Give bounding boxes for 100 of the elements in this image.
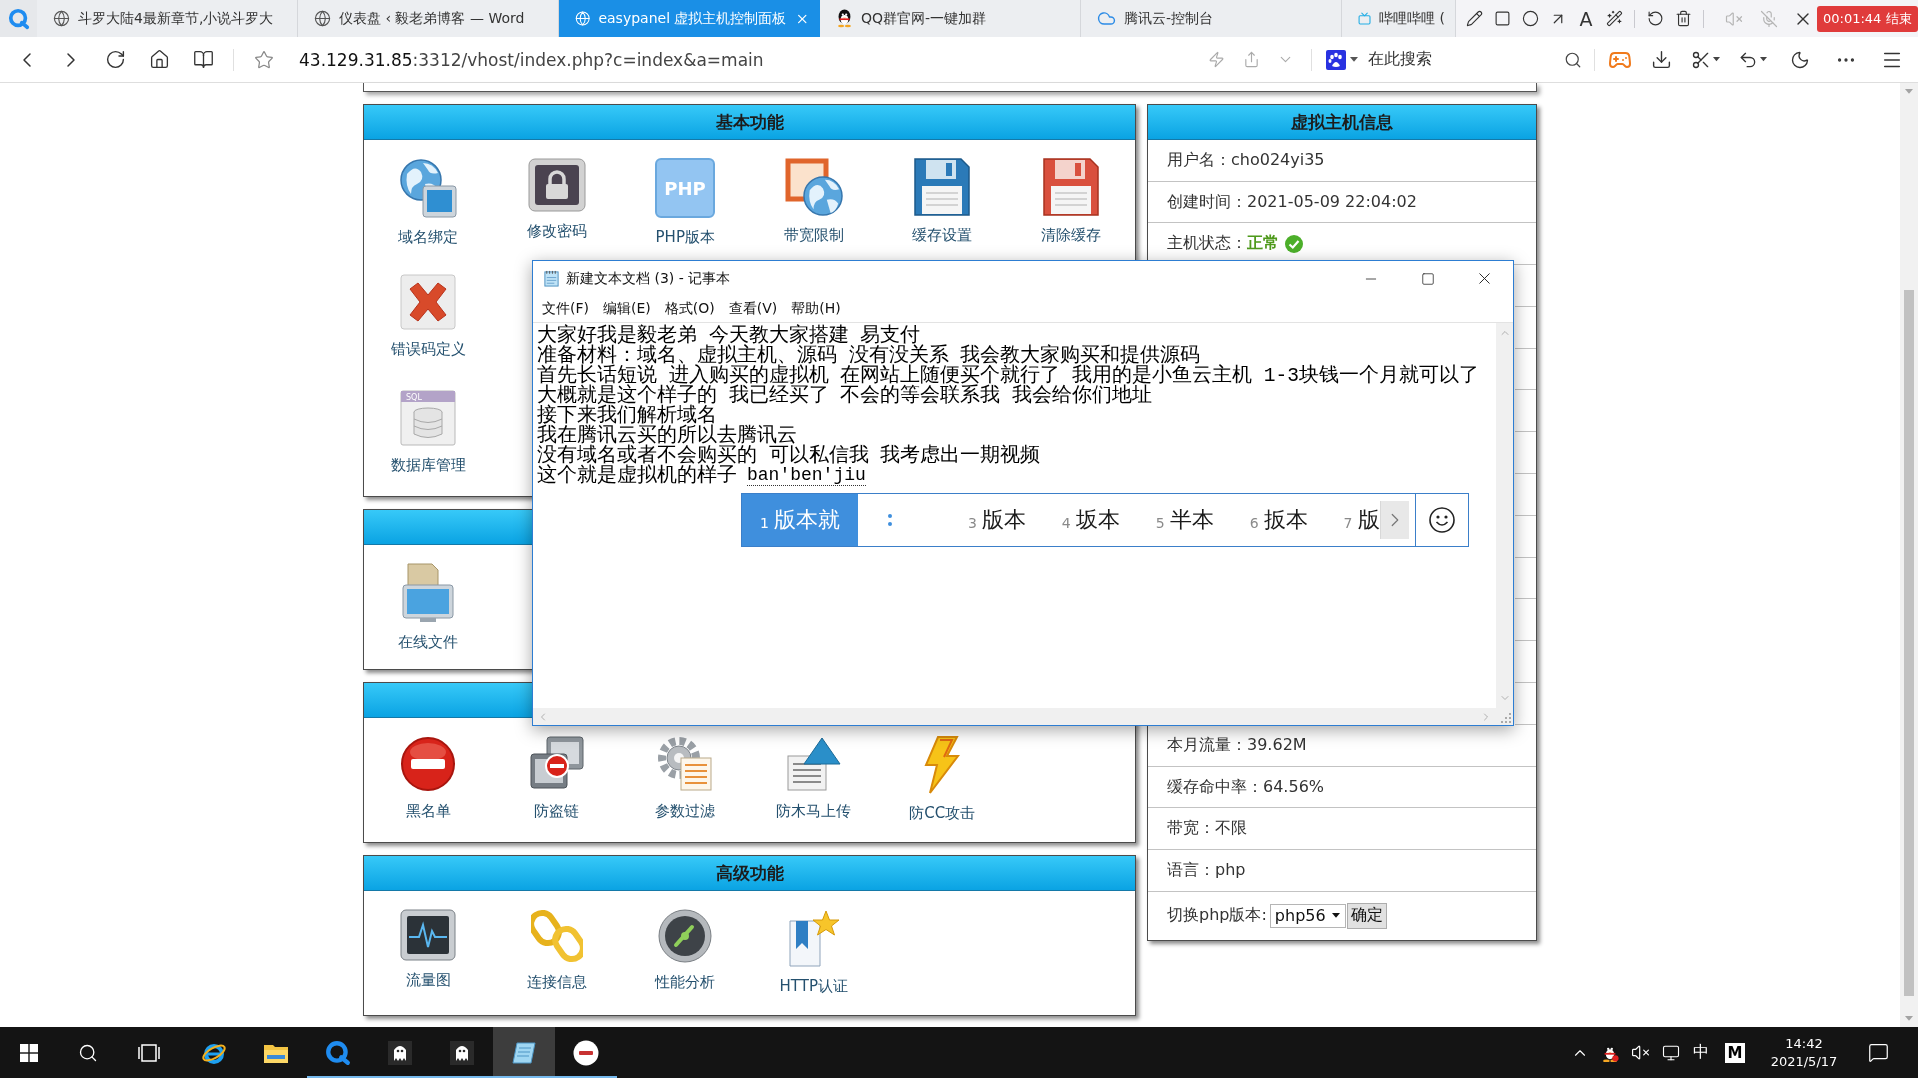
notepad-icon[interactable] xyxy=(511,1040,537,1065)
maximize-icon[interactable] xyxy=(1420,271,1435,286)
app-logo-icon[interactable] xyxy=(7,7,30,30)
feature-link[interactable]: 在线文件 xyxy=(398,563,459,652)
rectangle-icon[interactable] xyxy=(1493,10,1511,27)
ring-logo-icon[interactable] xyxy=(325,1039,351,1066)
browser-tab[interactable]: 哔哩哔哩 ( xyxy=(1342,0,1456,37)
caret-icon xyxy=(1712,57,1720,62)
menu-item[interactable]: 查看(V) xyxy=(721,300,785,318)
gear-list-icon xyxy=(657,736,714,792)
globe-monitor-icon xyxy=(399,158,458,218)
reload-icon[interactable] xyxy=(104,49,126,70)
upload-icon xyxy=(785,736,842,792)
windows-block-icon xyxy=(528,736,585,792)
resize-grip-icon[interactable] xyxy=(1501,713,1511,723)
feature-link[interactable]: 清除缓存 xyxy=(1040,158,1101,245)
folder-icon[interactable] xyxy=(264,1042,288,1063)
input-mode-indicator[interactable]: 中 xyxy=(1693,1042,1709,1063)
wand-icon[interactable] xyxy=(1605,10,1623,27)
search-field[interactable]: 在此搜索 xyxy=(1322,43,1588,76)
feature-link[interactable]: SQL 数据库管理 xyxy=(390,390,466,475)
feature-link[interactable]: 连接信息 xyxy=(526,909,587,992)
clock-date[interactable]: 2021/5/17 xyxy=(1770,1052,1838,1071)
info-label: 切换php版本: xyxy=(1167,905,1267,927)
ime-candidate[interactable]: 4 坂本 xyxy=(1043,494,1138,546)
feature-link[interactable]: 性能分析 xyxy=(655,909,716,992)
feature-link[interactable]: 黑名单 xyxy=(400,736,457,821)
task-view-icon[interactable] xyxy=(137,1043,160,1062)
feature-link[interactable]: 流量图 xyxy=(400,909,457,990)
feature-link[interactable]: 防盗链 xyxy=(528,736,585,821)
text-area[interactable] xyxy=(537,326,1479,486)
feature-link[interactable]: 域名绑定 xyxy=(398,158,459,247)
browser-tab[interactable]: 斗罗大陆4最新章节,小说斗罗大 xyxy=(37,0,298,37)
search-icon[interactable] xyxy=(1564,50,1582,69)
browser-tab[interactable]: 腾讯云-控制台 xyxy=(1081,0,1342,37)
ime-candidate[interactable]: 3 版本 xyxy=(949,494,1044,546)
tray-app-tile[interactable]: M xyxy=(1725,1042,1745,1063)
feature-link[interactable]: 防CC攻击 xyxy=(909,736,976,823)
chain-link-icon xyxy=(530,909,583,963)
globe-icon xyxy=(53,10,70,27)
smiley-icon[interactable] xyxy=(1429,507,1455,533)
download-icon[interactable] xyxy=(1650,49,1672,70)
ime-candidate[interactable]: 5 半本 xyxy=(1137,494,1232,546)
notepad-icon xyxy=(543,270,560,287)
start-icon[interactable] xyxy=(19,1043,38,1062)
text-tool[interactable]: A xyxy=(1572,7,1600,30)
feature-link[interactable]: HTTP认证 xyxy=(779,909,848,996)
taskbar-app[interactable] xyxy=(493,1027,555,1078)
browser-tab[interactable]: QQ群官网-一键加群 xyxy=(820,0,1081,37)
ime-candidate[interactable]: 6 扳本 xyxy=(1231,494,1326,546)
circle-icon[interactable] xyxy=(1521,10,1539,27)
ghost-app-icon[interactable] xyxy=(388,1040,412,1065)
trash-icon[interactable] xyxy=(1674,10,1692,27)
round-badge-icon[interactable] xyxy=(573,1039,599,1066)
feature-link[interactable]: PHP PHP版本 xyxy=(655,158,716,247)
caret-icon xyxy=(1759,57,1767,62)
muted-speaker-icon[interactable] xyxy=(1630,1043,1650,1062)
tv-icon xyxy=(1358,9,1372,28)
search-icon[interactable] xyxy=(77,1042,98,1063)
check-icon xyxy=(1285,234,1303,253)
scrollbar-thumb[interactable] xyxy=(1904,289,1914,996)
pencil-icon[interactable] xyxy=(1465,10,1483,27)
caret-icon xyxy=(1350,57,1358,62)
menu-item[interactable]: 编辑(E) xyxy=(596,300,658,318)
no-entry-icon xyxy=(400,736,457,792)
database-icon: SQL xyxy=(400,390,457,446)
moon-icon[interactable] xyxy=(1790,49,1810,70)
paw-icon[interactable] xyxy=(1326,49,1346,70)
menu-item[interactable]: 格式(O) xyxy=(657,300,722,318)
scroll-up-icon xyxy=(1905,89,1913,94)
menu-item[interactable]: 帮助(H) xyxy=(784,300,848,318)
loading-dots-icon xyxy=(887,514,892,526)
feature-link[interactable]: 错误码定义 xyxy=(390,274,466,359)
book-icon[interactable] xyxy=(192,49,214,70)
feature-link[interactable]: 修改密码 xyxy=(526,158,587,241)
address-field[interactable]: 43.129.31.85:3312/vhost/index.php?c=index&a=main xyxy=(299,49,1199,70)
page-scrollbar[interactable] xyxy=(1900,83,1918,1027)
browser-tab[interactable]: 仪表盘 ‹ 毅老弟博客 — Word xyxy=(298,0,559,37)
star-icon[interactable] xyxy=(254,49,274,70)
home-icon[interactable] xyxy=(148,49,170,70)
penguin-icon xyxy=(836,9,853,28)
version-select[interactable]: php56 xyxy=(1269,903,1346,928)
confirm-button[interactable]: 确定 xyxy=(1346,902,1387,929)
stop-recording-button[interactable]: 00:01:44 结束 xyxy=(1817,5,1918,32)
scissors-icon[interactable] xyxy=(1690,49,1711,70)
notification-icon[interactable] xyxy=(1867,1042,1889,1063)
feature-link[interactable]: 带宽限制 xyxy=(783,158,844,245)
feature-link[interactable]: 缓存设置 xyxy=(912,158,973,245)
feature-link[interactable]: 参数过滤 xyxy=(655,736,716,821)
menu-item[interactable]: 文件(F) xyxy=(535,300,596,318)
globe-frame-icon xyxy=(784,158,843,216)
panel-title: 虚拟主机信息 xyxy=(1291,110,1393,134)
info-text: 带宽：不限 xyxy=(1167,818,1247,840)
feature-link[interactable]: 防木马上传 xyxy=(776,736,852,821)
network-icon[interactable] xyxy=(1661,1043,1680,1062)
undo-icon[interactable] xyxy=(1646,10,1664,27)
padlock-icon xyxy=(527,158,586,212)
clock-time[interactable]: 14:42 xyxy=(1785,1034,1823,1053)
ghost-app-icon[interactable] xyxy=(450,1040,474,1065)
ime-candidate[interactable]: 7 版 xyxy=(1325,494,1380,546)
